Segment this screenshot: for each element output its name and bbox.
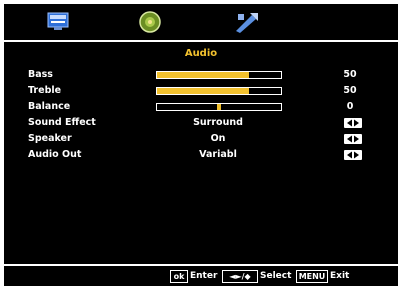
sound-effect-row[interactable]: Sound Effect Surround [4,116,398,130]
speaker-label: Speaker [28,133,72,144]
setup-icon[interactable] [232,9,260,35]
bass-value: 50 [343,69,357,80]
balance-slider[interactable] [156,103,282,111]
treble-row[interactable]: Treble 50 [4,84,398,98]
help-bar: ok Enter ◄►/◆ Select MENU Exit [4,266,398,286]
ok-key[interactable]: ok [170,270,188,283]
audio-out-value: Variabl [199,149,237,160]
menu-tab-bar [4,4,398,40]
navigation-key[interactable]: ◄►/◆ [222,270,258,283]
enter-hint: Enter [190,271,218,281]
treble-slider-fill [157,88,249,94]
bass-slider-fill [157,72,249,78]
osd-screen: Audio Bass 50 Treble 50 Balance 0 Sound … [4,4,398,286]
sound-effect-left-right-icon[interactable] [344,118,362,128]
treble-label: Treble [28,85,62,96]
select-hint: Select [260,271,292,281]
balance-slider-marker [217,104,221,110]
speaker-left-right-icon[interactable] [344,134,362,144]
treble-slider[interactable] [156,87,282,95]
speaker-row[interactable]: Speaker On [4,132,398,146]
audio-out-label: Audio Out [28,149,82,160]
audio-out-left-right-icon[interactable] [344,150,362,160]
sound-effect-label: Sound Effect [28,117,96,128]
audio-out-row[interactable]: Audio Out Variabl [4,148,398,162]
picture-icon[interactable] [44,9,72,35]
bass-slider[interactable] [156,71,282,79]
exit-hint: Exit [330,271,350,281]
bass-row[interactable]: Bass 50 [4,68,398,82]
balance-value: 0 [346,101,354,112]
audio-menu-panel: Audio Bass 50 Treble 50 Balance 0 Sound … [4,42,398,264]
speaker-value: On [210,133,226,144]
sound-effect-value: Surround [193,117,243,128]
bass-label: Bass [28,69,53,80]
menu-key[interactable]: MENU [296,270,328,283]
balance-label: Balance [28,101,71,112]
menu-title: Audio [184,48,218,59]
sound-icon[interactable] [136,9,164,35]
balance-row[interactable]: Balance 0 [4,100,398,114]
treble-value: 50 [343,85,357,96]
